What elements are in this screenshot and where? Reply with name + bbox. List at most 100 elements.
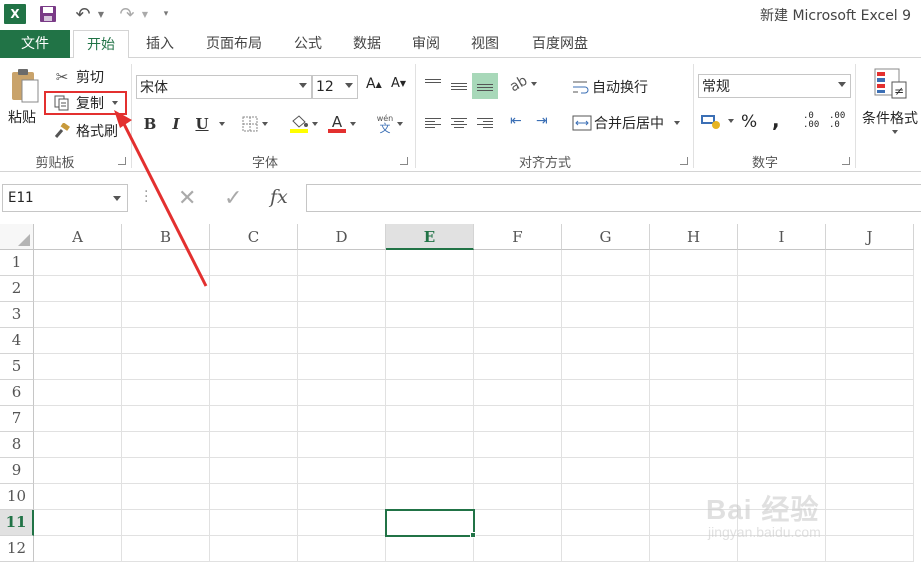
cell-e2[interactable] (386, 276, 474, 302)
cell-b11[interactable] (122, 510, 210, 536)
cell-f3[interactable] (474, 302, 562, 328)
cell-j9[interactable] (826, 458, 914, 484)
tab-insert[interactable]: 插入 (140, 30, 180, 58)
font-size-dropdown-icon[interactable] (345, 83, 353, 88)
cell-b8[interactable] (122, 432, 210, 458)
align-left-icon[interactable] (422, 113, 444, 133)
row-header-12[interactable]: 12 (0, 536, 34, 562)
column-header-a[interactable]: A (34, 224, 122, 250)
row-header-8[interactable]: 8 (0, 432, 34, 458)
cell-f10[interactable] (474, 484, 562, 510)
cell-d11[interactable] (298, 510, 386, 536)
cell-c2[interactable] (210, 276, 298, 302)
cell-f9[interactable] (474, 458, 562, 484)
cell-h8[interactable] (650, 432, 738, 458)
cell-d10[interactable] (298, 484, 386, 510)
cell-c7[interactable] (210, 406, 298, 432)
font-name-dropdown-icon[interactable] (299, 83, 307, 88)
undo-icon[interactable]: ↶ (72, 4, 94, 25)
cell-e12[interactable] (386, 536, 474, 562)
cell-j8[interactable] (826, 432, 914, 458)
cell-c4[interactable] (210, 328, 298, 354)
column-header-i[interactable]: I (738, 224, 826, 250)
cell-d6[interactable] (298, 380, 386, 406)
cell-g4[interactable] (562, 328, 650, 354)
column-header-g[interactable]: G (562, 224, 650, 250)
italic-button[interactable]: I (166, 113, 186, 135)
row-header-6[interactable]: 6 (0, 380, 34, 406)
name-box-dropdown-icon[interactable] (113, 196, 121, 201)
cell-e6[interactable] (386, 380, 474, 406)
orientation-dropdown-icon[interactable] (531, 82, 538, 86)
tab-formulas[interactable]: 公式 (288, 30, 328, 58)
save-icon[interactable] (38, 4, 58, 24)
font-name-select[interactable]: 宋体 (136, 75, 312, 99)
decrease-indent-icon[interactable]: ⇤ (510, 113, 522, 129)
cell-f2[interactable] (474, 276, 562, 302)
tab-baidu-netdisk[interactable]: 百度网盘 (524, 30, 596, 58)
orientation-button[interactable]: ab (507, 73, 538, 95)
cell-f12[interactable] (474, 536, 562, 562)
cell-e10[interactable] (386, 484, 474, 510)
tab-home[interactable]: 开始 (73, 30, 129, 59)
cell-j3[interactable] (826, 302, 914, 328)
active-cell[interactable] (385, 509, 475, 537)
comma-style-button[interactable]: , (772, 108, 780, 132)
cell-b2[interactable] (122, 276, 210, 302)
cell-g8[interactable] (562, 432, 650, 458)
cell-d4[interactable] (298, 328, 386, 354)
cell-c9[interactable] (210, 458, 298, 484)
increase-indent-icon[interactable]: ⇥ (536, 113, 548, 129)
name-box[interactable]: E11 (2, 184, 128, 212)
align-top-icon[interactable] (422, 72, 444, 92)
cell-i2[interactable] (738, 276, 826, 302)
fill-handle[interactable] (470, 532, 476, 538)
cell-d9[interactable] (298, 458, 386, 484)
cell-j5[interactable] (826, 354, 914, 380)
paste-icon[interactable] (10, 68, 40, 104)
row-header-3[interactable]: 3 (0, 302, 34, 328)
cell-e5[interactable] (386, 354, 474, 380)
enter-check-icon[interactable]: ✓ (224, 186, 242, 211)
cell-i5[interactable] (738, 354, 826, 380)
select-all-corner[interactable] (0, 224, 34, 250)
cell-c3[interactable] (210, 302, 298, 328)
cell-j4[interactable] (826, 328, 914, 354)
insert-function-icon[interactable]: fx (270, 186, 288, 208)
cell-a10[interactable] (34, 484, 122, 510)
cell-a8[interactable] (34, 432, 122, 458)
cell-a1[interactable] (34, 250, 122, 276)
cell-g9[interactable] (562, 458, 650, 484)
customize-quick-access-icon[interactable]: ▾ (160, 4, 172, 24)
cell-d3[interactable] (298, 302, 386, 328)
underline-button[interactable]: U (190, 113, 214, 135)
cell-a7[interactable] (34, 406, 122, 432)
formula-input[interactable] (306, 184, 921, 212)
cell-g7[interactable] (562, 406, 650, 432)
formula-bar-resize-handle[interactable]: · · · (144, 185, 148, 209)
number-format-dropdown-icon[interactable] (838, 82, 846, 87)
cell-b5[interactable] (122, 354, 210, 380)
grow-font-button[interactable]: A ▲ (366, 76, 382, 92)
column-header-c[interactable]: C (210, 224, 298, 250)
merge-center-dropdown-icon[interactable] (674, 121, 680, 125)
align-center-icon[interactable] (448, 113, 470, 133)
cell-c12[interactable] (210, 536, 298, 562)
fill-color-button[interactable] (286, 113, 322, 135)
cell-e9[interactable] (386, 458, 474, 484)
row-header-4[interactable]: 4 (0, 328, 34, 354)
font-size-select[interactable]: 12 (312, 75, 358, 99)
cell-e3[interactable] (386, 302, 474, 328)
cell-b7[interactable] (122, 406, 210, 432)
cell-g5[interactable] (562, 354, 650, 380)
phonetic-guide-button[interactable]: wén 文 (372, 113, 408, 135)
cell-i1[interactable] (738, 250, 826, 276)
font-color-dropdown-icon[interactable] (350, 122, 356, 126)
cell-i7[interactable] (738, 406, 826, 432)
conditional-format-icon[interactable]: ≠ (874, 68, 908, 100)
tab-review[interactable]: 审阅 (406, 30, 446, 58)
tab-page-layout[interactable]: 页面布局 (198, 30, 270, 58)
cell-h4[interactable] (650, 328, 738, 354)
cell-f6[interactable] (474, 380, 562, 406)
column-header-e[interactable]: E (386, 224, 474, 250)
